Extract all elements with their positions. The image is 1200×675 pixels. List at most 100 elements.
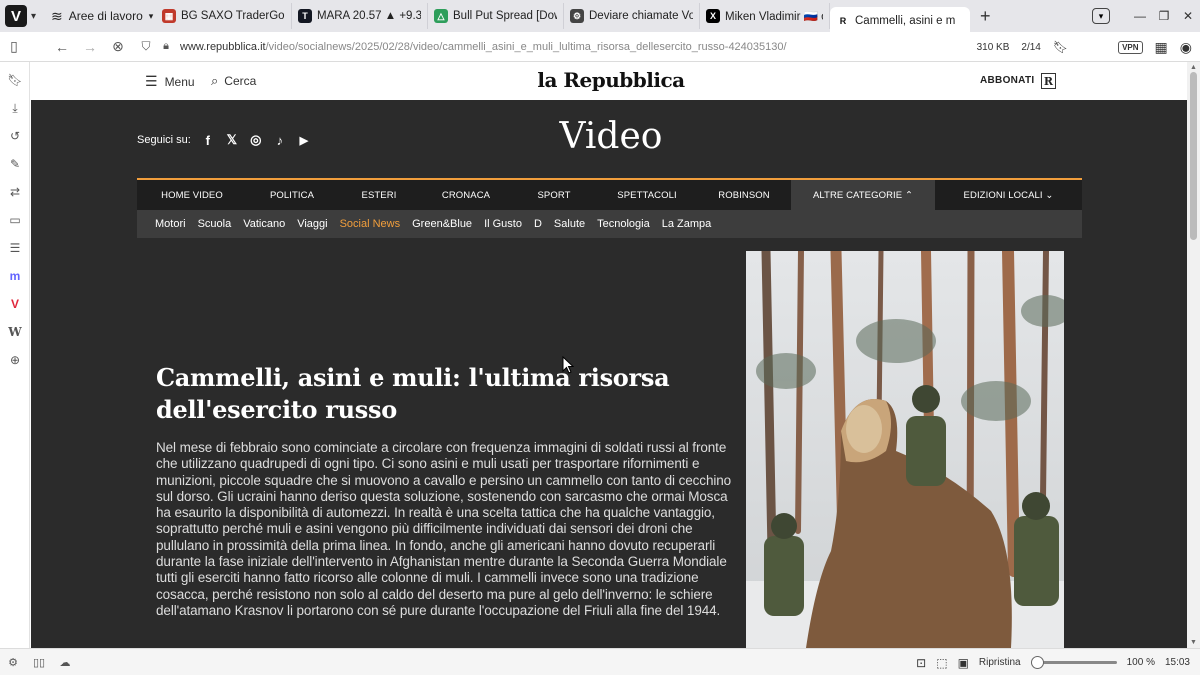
scrollbar-thumb[interactable] [1190,72,1197,240]
zoom-level: 100 % [1126,657,1155,668]
menu-button[interactable]: ☰ Menu [145,73,195,90]
subnav-item[interactable]: Green&Blue [412,218,472,230]
scroll-up-icon[interactable]: ▲ [1187,64,1200,71]
section-title: Video [559,116,663,157]
web-page: ☰ Menu ⌕ Cerca la Repubblica ABBONATI R … [31,62,1187,648]
site-logo[interactable]: la Repubblica [491,68,731,92]
close-window-button[interactable]: ✕ [1176,9,1200,23]
bookmark-icon[interactable]: 🔖︎ [1053,40,1068,54]
subscribe-link[interactable]: ABBONATI [980,75,1034,86]
facebook-icon[interactable]: f [201,133,215,148]
screenshot-icon[interactable]: ⊡ [916,656,926,670]
translate-panel-icon[interactable]: ⇄ [0,178,30,206]
tab-label: Deviare chiamate VoIP [589,10,693,22]
subnav-item[interactable]: Social News [340,218,401,230]
add-panel-icon[interactable]: ⊕ [0,346,30,374]
image-toggle-icon[interactable]: ▣ [958,656,969,670]
status-bar: ⚙ ▯▯ ☁ ⊡ ⬚ ▣ Ripristina 100 % 15:03 [0,648,1200,675]
subnav-item[interactable]: D [534,218,542,230]
tab[interactable]: X Miken Vladimir 🇷🇺 on X:... [700,3,830,29]
tab-label: Cammelli, asini e muli: l'ul [855,15,956,27]
notes-panel-icon[interactable]: ✎ [0,150,30,178]
mastodon-icon[interactable]: m [0,262,30,290]
reading-list-icon[interactable]: ☰ [0,234,30,262]
instagram-icon[interactable]: ◎ [249,132,263,148]
nav-item[interactable]: ALTRE CATEGORIE ⌃ [791,180,935,210]
subnav-item[interactable]: Viaggi [297,218,327,230]
nav-item[interactable]: ESTERI [337,180,421,210]
chevron-down-icon: ▾ [148,10,154,21]
subnav-item[interactable]: Scuola [198,218,232,230]
tiktok-icon[interactable]: ♪ [273,133,287,148]
back-button[interactable]: ← [48,39,76,55]
tiling-icon[interactable]: ▯▯ [26,656,52,669]
chevron-down-icon[interactable]: ▾ [31,11,41,22]
settings-icon[interactable]: ⚙ [0,656,26,669]
subnav-item[interactable]: La Zampa [662,218,712,230]
tab[interactable]: T MARA 20.57 ▲ +9.3% vp... [292,3,428,29]
panel-toggle-icon[interactable]: ▯ [0,38,28,55]
restore-button[interactable]: ❐ [1152,9,1176,23]
subnav-item[interactable]: Tecnologia [597,218,650,230]
subnav-item[interactable]: Motori [155,218,186,230]
vivaldi-icon[interactable]: V [0,290,30,318]
mouse-cursor-icon [562,356,574,374]
stop-button[interactable]: ⊗ [104,38,132,55]
nav-item[interactable]: HOME VIDEO [137,180,247,210]
tab-label: Miken Vladimir 🇷🇺 on X:... [725,11,823,23]
tab-bar: V ▾ ≋ Aree di lavoro ▾ ▦ BG SAXO TraderGo… [0,0,1200,35]
tab-active[interactable]: R Cammelli, asini e muli: l'ul [830,7,970,35]
bookmarks-panel-icon[interactable]: 🔖︎ [0,66,30,94]
window-controls: ▾ — ❐ ✕ [1092,0,1200,32]
page-actions-icon[interactable]: ⬚ [936,656,947,670]
clock: 15:03 [1164,657,1190,668]
nav-item[interactable]: SPETTACOLI [597,180,697,210]
downloads-panel-icon[interactable]: ⤓ [0,94,30,122]
address-bar-tools: 310 KB 2/14 🔖︎ VPN ▦ ◉ [977,32,1192,62]
extensions-icon[interactable]: ▦ [1155,39,1168,56]
tab[interactable]: ▦ BG SAXO TraderGo [156,3,292,29]
site-header: ☰ Menu ⌕ Cerca la Repubblica ABBONATI R [31,62,1187,100]
tab[interactable]: △ Bull Put Spread [Downlo... [428,3,564,29]
workspaces-button[interactable]: ≋ Aree di lavoro ▾ [51,8,156,25]
history-panel-icon[interactable]: ↺ [0,122,30,150]
new-tab-button[interactable]: + [980,6,991,27]
youtube-icon[interactable]: ▶ [297,134,311,147]
page-scrollbar[interactable]: ▲ ▼ [1187,62,1200,648]
url-field[interactable]: www.repubblica.it/video/socialnews/2025/… [180,41,820,53]
nav-item[interactable]: POLITICA [247,180,337,210]
subnav-item[interactable]: Vaticano [243,218,285,230]
zoom-slider-knob[interactable] [1030,656,1044,669]
subnav-item[interactable]: Salute [554,218,585,230]
article-headline: Cammelli, asini e muli: l'ultima risorsa… [156,363,670,424]
nav-item[interactable]: EDIZIONI LOCALI ⌄ [935,180,1082,210]
tab[interactable]: ⚙ Deviare chiamate VoIP [564,3,700,29]
side-panel: 🔖︎ ⤓ ↺ ✎ ⇄ ▭ ☰ m V W ⊕ [0,62,30,648]
main-navigation: HOME VIDEO POLITICA ESTERI CRONACA SPORT SPET… [137,178,1082,210]
repubblica-icon[interactable]: R [1041,73,1056,89]
page-size: 310 KB [976,41,1010,53]
lock-icon: 🔒︎ [163,40,169,52]
tab-favicon-icon: ⚙ [570,9,584,23]
zoom-reset-button[interactable]: Ripristina [979,657,1021,668]
minimize-button[interactable]: — [1128,9,1152,23]
window-panel-icon[interactable]: ▭ [0,206,30,234]
scroll-down-icon[interactable]: ▼ [1187,639,1200,646]
cloud-sync-icon[interactable]: ☁ [52,656,78,669]
subnav-item[interactable]: Il Gusto [484,218,522,230]
shield-icon[interactable]: ⛉ [132,39,160,54]
wikipedia-icon[interactable]: W [0,318,30,346]
x-icon[interactable]: 𝕏 [225,132,239,148]
tab-list-icon[interactable]: ▾ [1092,8,1110,24]
article-photo[interactable] [746,251,1064,648]
vivaldi-menu-button[interactable]: V [5,5,27,27]
forward-button[interactable]: → [76,39,104,55]
nav-item[interactable]: ROBINSON [697,180,791,210]
vpn-button[interactable]: VPN [1118,40,1143,54]
nav-item[interactable]: CRONACA [421,180,511,210]
tab-favicon-icon: △ [434,9,448,23]
zoom-slider[interactable] [1030,656,1117,669]
profile-icon[interactable]: ◉ [1180,39,1192,56]
nav-item[interactable]: SPORT [511,180,597,210]
search-button[interactable]: ⌕ Cerca [211,73,256,89]
